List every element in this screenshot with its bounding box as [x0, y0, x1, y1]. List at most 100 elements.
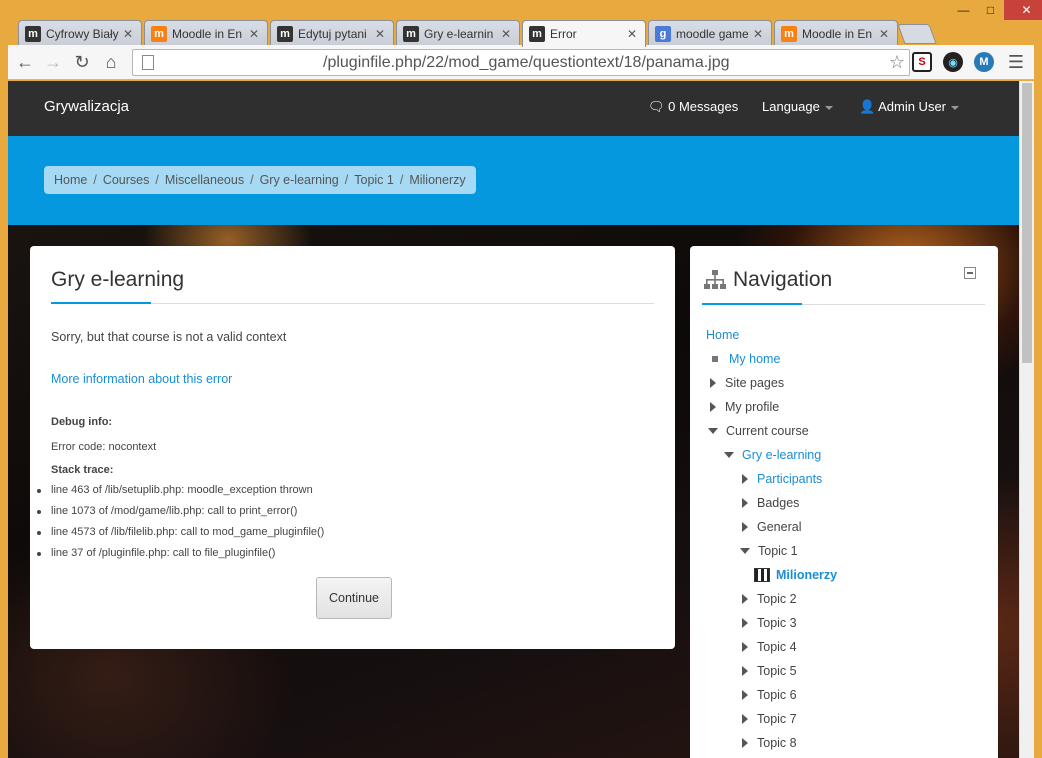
breadcrumb-item[interactable]: Home: [54, 173, 87, 187]
navigation-title: Navigation: [733, 268, 833, 291]
menu-icon[interactable]: ☰: [1004, 50, 1028, 74]
tab-close-icon[interactable]: ✕: [625, 27, 639, 41]
browser-toolbar: ← → ↻ ⌂ /pluginfile.php/22/mod_game/ques…: [8, 45, 1034, 80]
nav-item-course[interactable]: Gry e-learning: [724, 443, 821, 467]
tab-close-icon[interactable]: ✕: [751, 27, 765, 41]
nav-item-my-profile[interactable]: My profile: [710, 395, 779, 419]
error-code: Error code: nocontext: [51, 441, 157, 453]
expand-arrow-icon: [742, 738, 748, 748]
extension-m-icon[interactable]: M: [974, 52, 994, 72]
reload-icon[interactable]: ↻: [70, 50, 94, 74]
browser-tab[interactable]: g moodle game ✕: [648, 20, 772, 46]
continue-button[interactable]: Continue: [316, 577, 392, 619]
extension-circle-icon[interactable]: ◉: [943, 52, 963, 72]
new-tab-button[interactable]: [897, 24, 937, 44]
page-icon: [142, 55, 154, 70]
browser-tab[interactable]: m Gry e-learnin ✕: [396, 20, 520, 46]
stack-trace-list: line 463 of /lib/setuplib.php: moodle_ex…: [36, 484, 324, 568]
language-menu[interactable]: Language: [762, 99, 833, 114]
forward-icon[interactable]: →: [41, 50, 65, 74]
close-window-icon[interactable]: ✕: [1004, 0, 1042, 20]
nav-item-participants[interactable]: Participants: [742, 467, 822, 491]
page-scrollbar[interactable]: [1019, 81, 1034, 758]
game-icon: [754, 568, 770, 582]
nav-item-label: Badges: [757, 496, 800, 510]
nav-item-label: Participants: [757, 472, 823, 486]
tab-title: Error: [550, 27, 577, 41]
browser-tab[interactable]: m Cyfrowy Biały ✕: [18, 20, 142, 46]
tab-close-icon[interactable]: ✕: [121, 27, 135, 41]
nav-item-label: Topic 2: [757, 592, 797, 606]
nav-item-label: Gry e-learning: [742, 448, 822, 462]
user-menu[interactable]: 👤 Admin User: [859, 99, 960, 115]
tab-close-icon[interactable]: ✕: [373, 27, 387, 41]
nav-item-home[interactable]: Home: [706, 323, 739, 347]
breadcrumb-separator: /: [344, 173, 349, 187]
expand-arrow-icon: [742, 714, 748, 724]
browser-tab[interactable]: m Moodle in En ✕: [774, 20, 898, 46]
nav-item-site-pages[interactable]: Site pages: [710, 371, 784, 395]
moodle-m-icon: m: [403, 25, 419, 42]
nav-item-topic-7[interactable]: Topic 7: [742, 707, 797, 731]
scrollbar-thumb[interactable]: [1022, 83, 1032, 363]
breadcrumb-item[interactable]: Gry e-learning: [260, 173, 339, 187]
nav-item-topic-2[interactable]: Topic 2: [742, 587, 797, 611]
collapse-arrow-icon: [740, 548, 750, 554]
browser-tab[interactable]: m Moodle in En ✕: [144, 20, 268, 46]
nav-item-topic-1[interactable]: Topic 1: [740, 539, 798, 563]
maximize-icon[interactable]: □: [977, 0, 1004, 20]
nav-item-topic-5[interactable]: Topic 5: [742, 659, 797, 683]
nav-item-topic-4[interactable]: Topic 4: [742, 635, 797, 659]
nav-item-topic-8[interactable]: Topic 8: [742, 731, 797, 755]
tab-close-icon[interactable]: ✕: [499, 27, 513, 41]
breadcrumb-item[interactable]: Topic 1: [354, 173, 394, 187]
nav-item-label: Current course: [726, 424, 809, 438]
breadcrumb-item[interactable]: Miscellaneous: [165, 173, 244, 187]
page-header: Home / Courses / Miscellaneous / Gry e-lear…: [8, 136, 1019, 225]
expand-arrow-icon: [742, 594, 748, 604]
nav-item-topic-3[interactable]: Topic 3: [742, 611, 797, 635]
nav-item-label: General: [757, 520, 802, 534]
home-icon[interactable]: ⌂: [99, 50, 123, 74]
expand-arrow-icon: [710, 402, 716, 412]
nav-item-badges[interactable]: Badges: [742, 491, 799, 515]
nav-item-label: Topic 6: [757, 688, 797, 702]
stack-trace-item: line 1073 of /mod/game/lib.php: call to …: [36, 505, 324, 526]
breadcrumb-item[interactable]: Courses: [103, 173, 150, 187]
browser-tab-active[interactable]: m Error ✕: [522, 20, 646, 47]
nav-item-label: My profile: [725, 400, 780, 414]
tab-title: Moodle in En: [172, 26, 243, 41]
expand-arrow-icon: [742, 474, 748, 484]
nav-item-label: Topic 5: [757, 664, 797, 678]
bookmark-star-icon[interactable]: ☆: [889, 52, 905, 73]
tab-close-icon[interactable]: ✕: [877, 27, 891, 41]
collapse-icon[interactable]: [964, 267, 976, 279]
tab-title: Moodle in En: [802, 26, 873, 41]
nav-item-topic-6[interactable]: Topic 6: [742, 683, 797, 707]
caret-down-icon: [951, 105, 960, 110]
nav-item-milionerzy[interactable]: Milionerzy: [754, 563, 837, 587]
tab-close-icon[interactable]: ✕: [247, 27, 261, 41]
site-navbar: Grywalizacja 🗨 0 Messages Language 👤 Adm…: [8, 81, 1019, 136]
extension-s-icon[interactable]: S: [912, 52, 932, 72]
minimize-icon[interactable]: —: [950, 0, 977, 20]
chat-bubble-icon: 🗨: [648, 99, 665, 114]
breadcrumb: Home / Courses / Miscellaneous / Gry e-lear…: [44, 166, 476, 194]
messages-menu[interactable]: 🗨 0 Messages: [648, 99, 738, 115]
nav-item-current-course[interactable]: Current course: [708, 419, 809, 443]
more-info-link[interactable]: More information about this error: [51, 372, 232, 386]
browser-tab[interactable]: m Edytuj pytani ✕: [270, 20, 394, 46]
nav-item-label: Site pages: [725, 376, 785, 390]
debug-info-label: Debug info:: [51, 416, 113, 428]
tab-title: Cyfrowy Biały: [46, 26, 119, 41]
nav-item-my-home[interactable]: My home: [710, 347, 780, 371]
language-label: Language: [762, 99, 820, 114]
stack-trace-label: Stack trace:: [51, 464, 114, 476]
breadcrumb-item-current[interactable]: Milionerzy: [409, 173, 465, 187]
nav-item-general[interactable]: General: [742, 515, 801, 539]
site-brand[interactable]: Grywalizacja: [44, 98, 129, 115]
address-bar[interactable]: /pluginfile.php/22/mod_game/questiontext…: [132, 49, 910, 76]
moodle-m-icon: m: [529, 26, 545, 42]
back-icon[interactable]: ←: [13, 50, 37, 74]
expand-arrow-icon: [710, 378, 716, 388]
